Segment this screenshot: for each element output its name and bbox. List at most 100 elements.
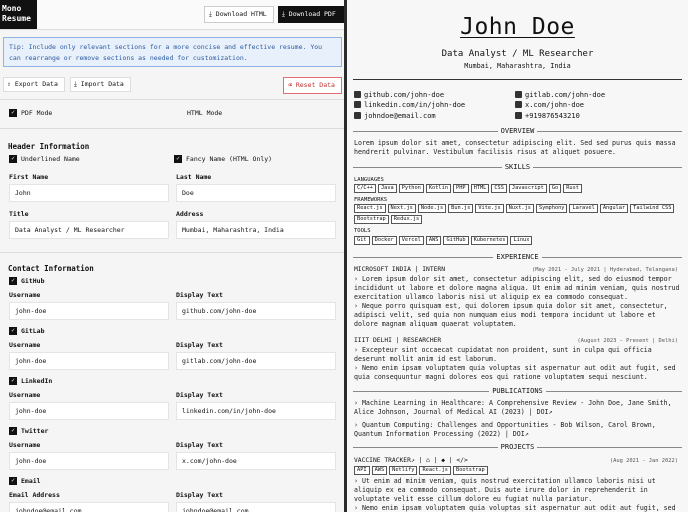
contact-text: linkedin.com/in/john-doe bbox=[364, 101, 466, 109]
title-input[interactable]: Data Analyst / ML Researcher bbox=[9, 221, 169, 239]
gitlab-username-input[interactable]: john-doe bbox=[9, 352, 169, 370]
skill-tag: Go bbox=[548, 184, 562, 193]
publication-item[interactable]: › Machine Learning in Healthcare: A Comp… bbox=[354, 399, 680, 417]
skill-tags-tools: Git Docker Vercel AWS GitHub Kubernetes Linux bbox=[354, 236, 680, 245]
first-name-label: First Name bbox=[9, 173, 49, 181]
resume-title: Data Analyst / ML Researcher bbox=[441, 49, 594, 59]
email-display-input[interactable]: johndoe@email.com bbox=[176, 502, 336, 512]
divider bbox=[0, 99, 344, 100]
skill-tag: React.js bbox=[419, 466, 451, 475]
skill-category: LANGUAGES bbox=[354, 177, 384, 183]
download-icon: ⤓ bbox=[282, 10, 289, 18]
experience-heading: EXPERIENCE bbox=[353, 252, 682, 262]
project-tags: API AWS Netlify React.js Bootstrap bbox=[354, 466, 680, 475]
github-display-label: Display Text bbox=[176, 291, 223, 299]
resume-contact-linkedin[interactable]: linkedin.com/in/john-doe bbox=[354, 101, 465, 110]
download-html-button[interactable]: ⤓ Download HTML bbox=[204, 6, 274, 23]
tip-banner: Tip: Include only relevant sections for … bbox=[3, 37, 342, 67]
github-username-label: Username bbox=[9, 291, 41, 299]
resume-contact-github[interactable]: github.com/john-doe bbox=[354, 91, 444, 100]
skill-tag: Bun.js bbox=[448, 204, 474, 213]
gitlab-display-input[interactable]: gitlab.com/john-doe bbox=[176, 352, 336, 370]
import-label: Import Data bbox=[80, 80, 124, 88]
last-name-input[interactable]: Doe bbox=[176, 184, 336, 202]
upload-icon: ⇪ bbox=[7, 80, 15, 88]
app-logo[interactable]: Mono Resume bbox=[0, 0, 37, 29]
linkedin-username-input[interactable]: john-doe bbox=[9, 402, 169, 420]
underlined-name-checkbox[interactable]: ✓ bbox=[9, 155, 17, 163]
skill-tag: Docker bbox=[371, 236, 397, 245]
skill-tag: Angular bbox=[599, 204, 629, 213]
fancy-name-checkbox[interactable]: ✓ bbox=[174, 155, 182, 163]
skill-tag: Linux bbox=[510, 236, 533, 245]
email-checkbox[interactable]: ✓ bbox=[9, 477, 17, 485]
gitlab-display-label: Display Text bbox=[176, 341, 223, 349]
twitter-display-input[interactable]: x.com/john-doe bbox=[176, 452, 336, 470]
skill-tag: Git bbox=[354, 236, 370, 245]
address-input[interactable]: Mumbai, Maharashtra, India bbox=[176, 221, 336, 239]
resume-contact-email[interactable]: johndoe@email.com bbox=[354, 112, 436, 121]
pdf-mode-checkbox[interactable]: ✓ bbox=[9, 109, 17, 117]
last-name-label: Last Name bbox=[176, 173, 212, 181]
export-data-button[interactable]: ⇪ Export Data bbox=[3, 77, 65, 92]
project-bullet: › Nemo enim ipsam voluptatem quia volupt… bbox=[354, 504, 676, 512]
email-address-input[interactable]: johndoe@email.com bbox=[9, 502, 169, 512]
download-pdf-label: Download PDF bbox=[288, 10, 336, 18]
github-label: GitHub bbox=[21, 277, 45, 285]
import-data-button[interactable]: ⤓ Import Data bbox=[70, 77, 131, 92]
project-title[interactable]: VACCINE TRACKER↗ | ⌂ | ◆ | </> bbox=[354, 457, 468, 464]
twitter-username-input[interactable]: john-doe bbox=[9, 452, 169, 470]
skill-tag: React.js bbox=[354, 204, 386, 213]
skill-category: FRAMEWORKS bbox=[354, 197, 388, 203]
contact-text: github.com/john-doe bbox=[364, 91, 445, 99]
gitlab-username-label: Username bbox=[9, 341, 41, 349]
github-username-input[interactable]: john-doe bbox=[9, 302, 169, 320]
linkedin-username-label: Username bbox=[9, 391, 41, 399]
experience-bullet: › Neque porro quisquam est, qui dolorem … bbox=[354, 302, 668, 329]
email-icon bbox=[354, 112, 361, 119]
skills-heading: SKILLS bbox=[353, 162, 682, 172]
skill-tag: CSS bbox=[491, 184, 507, 193]
fancy-name-label: Fancy Name (HTML Only) bbox=[186, 155, 273, 163]
skill-tag: Kubernetes bbox=[470, 236, 509, 245]
publication-item[interactable]: › Quantum Computing: Challenges and Oppo… bbox=[354, 421, 680, 439]
twitter-checkbox[interactable]: ✓ bbox=[9, 427, 17, 435]
email-display-label: Display Text bbox=[176, 491, 223, 499]
gitlab-checkbox[interactable]: ✓ bbox=[9, 327, 17, 335]
resume-contact-phone[interactable]: +919876543210 bbox=[515, 112, 580, 121]
skill-tag: Redux.js bbox=[390, 215, 423, 224]
resume-contact-x[interactable]: x.com/john-doe bbox=[515, 101, 584, 110]
header-info-heading: Header Information bbox=[8, 142, 90, 151]
heading-text: PUBLICATIONS bbox=[489, 387, 546, 395]
skill-tag: Node.js bbox=[417, 204, 447, 213]
phone-icon bbox=[515, 112, 522, 119]
github-checkbox[interactable]: ✓ bbox=[9, 277, 17, 285]
contact-text: +919876543210 bbox=[525, 112, 580, 120]
twitter-label: Twitter bbox=[21, 427, 49, 435]
download-icon: ⤓ bbox=[74, 80, 81, 88]
download-pdf-button[interactable]: ⤓ Download PDF bbox=[278, 6, 344, 23]
github-display-input[interactable]: github.com/john-doe bbox=[176, 302, 336, 320]
skill-tag: Python bbox=[398, 184, 424, 193]
experience-bullet: › Nemo enim ipsam voluptatem quia volupt… bbox=[354, 364, 676, 382]
skill-tag: Next.js bbox=[387, 204, 416, 213]
skill-tag: Laravel bbox=[569, 204, 598, 213]
linkedin-checkbox[interactable]: ✓ bbox=[9, 377, 17, 385]
overview-heading: OVERVIEW bbox=[353, 126, 682, 136]
editor-panel: Mono Resume ⤓ Download HTML ⤓ Download P… bbox=[0, 0, 344, 512]
reset-data-button[interactable]: ⌫ Reset Data bbox=[283, 77, 342, 94]
trash-icon: ⌫ bbox=[288, 81, 296, 89]
experience-meta: (May 2021 - July 2021 | Hyderabad, Telan… bbox=[531, 267, 678, 273]
first-name-input[interactable]: John bbox=[9, 184, 169, 202]
resume-contact-gitlab[interactable]: gitlab.com/john-doe bbox=[515, 91, 605, 100]
export-label: Export Data bbox=[14, 80, 58, 88]
overview-text: Lorem ipsum dolor sit amet, consectetur … bbox=[354, 139, 676, 157]
twitter-username-label: Username bbox=[9, 441, 41, 449]
html-mode-label[interactable]: HTML Mode bbox=[187, 109, 222, 117]
publications-heading: PUBLICATIONS bbox=[353, 386, 682, 396]
github-icon bbox=[354, 91, 361, 98]
skill-tags-languages: C/C++ Java Python Kotlin PHP HTML CSS Javascrip… bbox=[354, 184, 680, 193]
experience-meta: (August 2023 - Present | Delhi) bbox=[577, 338, 678, 344]
contact-info-heading: Contact Information bbox=[8, 264, 94, 273]
linkedin-display-input[interactable]: linkedin.com/in/john-doe bbox=[176, 402, 336, 420]
